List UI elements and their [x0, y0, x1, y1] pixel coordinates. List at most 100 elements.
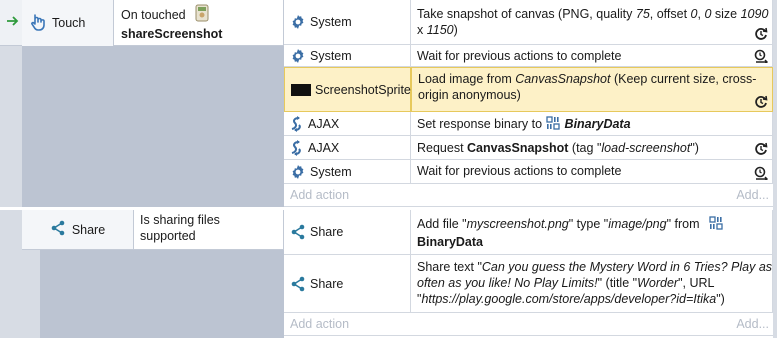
- action-text-line: Load image from CanvasSnapshot (Keep cur…: [418, 71, 756, 87]
- event-expand-arrow-icon[interactable]: [6, 14, 20, 31]
- async-icon: [754, 95, 768, 112]
- action-text-segment: " type ": [568, 217, 609, 231]
- binary-data-icon: [709, 216, 723, 234]
- action-object-name: Share: [310, 276, 344, 291]
- action-object[interactable]: Share: [284, 210, 411, 255]
- action-text-segment: " from: [666, 217, 703, 231]
- action-text-segment: size: [711, 7, 741, 21]
- action-text-segment: Can you guess the Mystery Word in 6 Trie…: [481, 260, 773, 274]
- add-more-link[interactable]: Add...: [736, 188, 769, 202]
- action-text-segment: image/png: [608, 217, 667, 231]
- action-object[interactable]: System: [284, 160, 411, 184]
- action-text-segment: ): [453, 23, 458, 37]
- action-description[interactable]: Share text "Can you guess the Mystery Wo…: [411, 255, 773, 313]
- trigger-object[interactable]: Touch: [22, 0, 114, 46]
- action-text-segment: load-screenshot: [601, 141, 691, 155]
- action-text-segment: Add file ": [417, 217, 467, 231]
- share-icon: [290, 276, 306, 292]
- trigger-line2: shareScreenshot: [121, 27, 223, 41]
- action-object-name: System: [310, 164, 352, 179]
- action-object-name: System: [310, 48, 352, 63]
- action-text-segment: BinaryData: [564, 117, 631, 131]
- action-description[interactable]: Load image from CanvasSnapshot (Keep cur…: [411, 67, 773, 112]
- action-text-segment: CanvasSnapshot: [515, 72, 611, 86]
- condition-line2: supported: [140, 229, 196, 243]
- action-text-segment: (Keep current size, cross-: [610, 72, 757, 86]
- condition-line1: Is sharing files: [140, 213, 220, 227]
- action-text-segment: Take snapshot of canvas (PNG, quality: [417, 7, 636, 21]
- action-text-line: Wait for previous actions to complete: [417, 48, 750, 64]
- action-text-line: BinaryData: [417, 234, 750, 250]
- add-action-row[interactable]: Add action Add...: [284, 313, 773, 336]
- event-conditions-area-2[interactable]: [40, 250, 284, 338]
- action-text-segment: Worder: [637, 276, 679, 290]
- action-text-line: Set response binary to BinaryData: [417, 116, 750, 134]
- action-text-segment: Set response binary to: [417, 117, 546, 131]
- action-text-segment: ", URL: [678, 276, 715, 290]
- action-text-segment: Wait for previous actions to complete: [417, 49, 622, 63]
- action-text-segment: " (title ": [597, 276, 638, 290]
- action-text-segment: myscreenshot.png: [466, 217, 569, 231]
- action-description[interactable]: Request CanvasSnapshot (tag "load-screen…: [411, 136, 773, 160]
- action-text-line: x 1150): [417, 22, 750, 38]
- async-icon: [754, 142, 768, 159]
- action-description[interactable]: Take snapshot of canvas (PNG, quality 75…: [411, 0, 773, 45]
- event-conditions-area[interactable]: [22, 46, 284, 207]
- action-object[interactable]: AJAX: [284, 112, 411, 136]
- action-description[interactable]: Set response binary to BinaryData: [411, 112, 773, 136]
- action-object[interactable]: ScreenshotSprite: [284, 67, 411, 112]
- share-icon: [50, 220, 66, 239]
- trigger-object-name: Touch: [52, 16, 86, 30]
- action-text-segment: often as you like! No Play Limits!: [417, 276, 598, 290]
- condition-object-icon: [194, 4, 210, 26]
- action-object[interactable]: System: [284, 45, 411, 67]
- action-text-segment: 75: [635, 7, 650, 21]
- system-gear-icon: [290, 48, 306, 64]
- wait-icon: [754, 166, 769, 183]
- action-object-name: System: [310, 15, 352, 29]
- action-text-segment: 1090: [740, 7, 769, 21]
- action-text-segment: Share text ": [417, 260, 482, 274]
- touch-icon: [30, 13, 46, 34]
- action-object[interactable]: System: [284, 0, 411, 45]
- action-object[interactable]: AJAX: [284, 136, 411, 160]
- action-text-line: often as you like! No Play Limits!" (tit…: [417, 275, 750, 291]
- add-action-link[interactable]: Add action: [290, 317, 349, 331]
- action-description[interactable]: Wait for previous actions to complete: [411, 160, 773, 184]
- action-description[interactable]: Wait for previous actions to complete: [411, 45, 773, 67]
- action-description[interactable]: Add file "myscreenshot.png" type "image/…: [411, 210, 773, 255]
- action-text-line: Add file "myscreenshot.png" type "image/…: [417, 216, 750, 234]
- system-gear-icon: [290, 164, 306, 180]
- action-text-segment: "): [716, 292, 725, 306]
- action-text-segment: 1150: [426, 23, 454, 37]
- ajax-icon: [290, 139, 304, 156]
- condition-object[interactable]: Share: [22, 210, 134, 250]
- action-object-name: Share: [310, 225, 344, 239]
- action-text-segment: CanvasSnapshot: [467, 141, 569, 155]
- action-text-segment: (tag ": [568, 141, 602, 155]
- action-object[interactable]: Share: [284, 255, 411, 313]
- action-text-line: Take snapshot of canvas (PNG, quality 75…: [417, 6, 768, 22]
- action-text-segment: https://play.google.com/store/apps/devel…: [421, 292, 717, 306]
- condition-text[interactable]: Is sharing files supported: [134, 210, 284, 250]
- add-action-link[interactable]: Add action: [290, 188, 349, 202]
- action-text-segment: , offset: [649, 7, 691, 21]
- action-object-name: ScreenshotSprite: [315, 82, 411, 97]
- trigger-condition[interactable]: On touched shareScreenshot: [114, 0, 284, 46]
- wait-icon: [754, 49, 769, 66]
- action-text-segment: x: [417, 23, 427, 37]
- action-text-segment: Wait for previous actions to complete: [417, 164, 622, 178]
- add-more-link[interactable]: Add...: [736, 317, 769, 331]
- action-text-segment: origin anonymous): [418, 88, 521, 102]
- binary-data-icon: [545, 116, 560, 134]
- action-text-segment: Load image from: [418, 72, 516, 86]
- action-object-name: AJAX: [308, 116, 340, 131]
- action-text-segment: "): [690, 141, 699, 155]
- ajax-icon: [290, 115, 304, 132]
- scroll-edge: [773, 0, 777, 338]
- action-text-line: "https://play.google.com/store/apps/deve…: [417, 291, 750, 307]
- share-icon: [290, 224, 306, 240]
- add-action-row[interactable]: Add action Add...: [284, 184, 773, 207]
- sprite-thumbnail-icon: [291, 83, 311, 97]
- action-text-segment: BinaryData: [417, 235, 483, 249]
